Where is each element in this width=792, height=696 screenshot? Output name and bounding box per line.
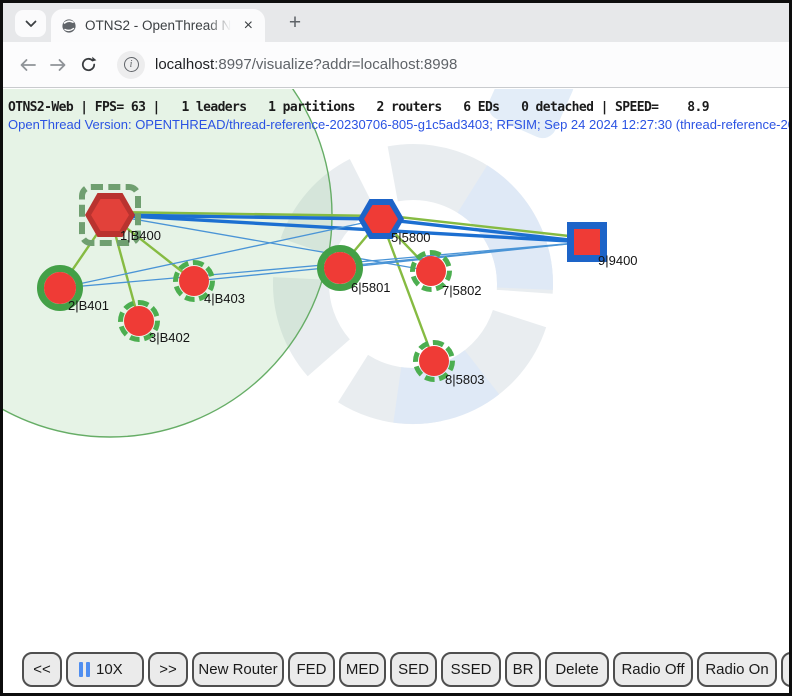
node-body [416,256,446,286]
toolbar-button-new-router[interactable]: New Router [192,652,284,687]
tab-strip: OTNS2 - OpenThread Ne × + [3,3,789,42]
node-label-3: 3|B402 [149,330,190,345]
url-bar: i localhost:8997/visualize?addr=localhos… [3,42,789,88]
toolbar-button-br[interactable]: BR [505,652,541,687]
node-label-5: 5|5800 [391,230,431,245]
action-toolbar: << 10X >> New Router FED MED SED SSED BR Delete Ra… [22,652,792,687]
toolbar-button-label: Delete [555,661,598,678]
node-label-8: 8|5803 [445,372,485,387]
forward-arrow-icon [49,58,67,72]
browser-tab[interactable]: OTNS2 - OpenThread Ne × [51,9,265,42]
toolbar-button-med[interactable]: MED [339,652,386,687]
chevron-down-icon [25,20,37,28]
toolbar-button-label: New Router [198,661,277,678]
address-input[interactable]: localhost:8997/visualize?addr=localhost:… [155,56,457,73]
toolbar-button-label: Radio On [705,661,768,678]
globe-icon [61,18,77,34]
radio-range-circle [3,89,332,437]
simulation-canvas[interactable]: OTNS2-Web | FPS= 63 | 1 leaders 1 partit… [3,89,789,693]
url-path: :8997/visualize?addr=localhost:8998 [214,56,457,73]
node-body [91,199,129,231]
toolbar-button-label: 10X [96,661,123,678]
new-tab-button[interactable]: + [281,11,309,35]
toolbar-button-partial[interactable] [781,652,792,687]
version-line: OpenThread Version: OPENTHREAD/thread-re… [8,117,789,132]
forward-button[interactable] [43,50,73,80]
reload-button[interactable] [73,50,103,80]
toolbar-button-radio-on[interactable]: Radio On [697,652,777,687]
site-info-button[interactable]: i [117,51,145,79]
node-label-7: 7|5802 [442,283,482,298]
status-line: OTNS2-Web | FPS= 63 | 1 leaders 1 partit… [8,100,709,115]
toolbar-button-radio-off[interactable]: Radio Off [613,652,693,687]
node-label-1: 1|B400 [120,228,161,243]
browser-window: OTNS2 - OpenThread Ne × + i localhost:89 [0,0,792,696]
info-icon: i [124,57,139,72]
toolbar-button-label: Radio Off [621,661,684,678]
toolbar-button-label: SSED [451,661,492,678]
node-label-4: 4|B403 [204,291,245,306]
url-host: localhost [155,56,214,73]
pause-icon [79,662,90,677]
reload-icon [80,56,97,73]
node-label-9: 9|9400 [598,253,638,268]
toolbar-button-label: >> [159,661,177,678]
toolbar-button-sed[interactable]: SED [390,652,437,687]
toolbar-button-label: MED [346,661,379,678]
toolbar-button-fed[interactable]: FED [288,652,335,687]
toolbar-button-label: BR [513,661,534,678]
node-body [574,229,600,255]
back-button[interactable] [13,50,43,80]
toolbar-button-label: SED [398,661,429,678]
toolbar-button-delete[interactable]: Delete [545,652,609,687]
tab-search-button[interactable] [15,10,46,37]
toolbar-button-speed[interactable]: 10X [66,652,144,687]
toolbar-button-ssed[interactable]: SSED [441,652,501,687]
toolbar-button-label: << [33,661,51,678]
node-label-6: 6|5801 [351,280,391,295]
network-links-layer [3,89,789,693]
node-body [364,205,398,233]
tab-title: OTNS2 - OpenThread Ne [85,18,234,33]
node-label-2: 2|B401 [68,298,109,313]
toolbar-button-step-back[interactable]: << [22,652,62,687]
back-arrow-icon [19,58,37,72]
toolbar-button-step-forward[interactable]: >> [148,652,188,687]
toolbar-button-label: FED [297,661,327,678]
tab-close-icon[interactable]: × [242,18,255,34]
